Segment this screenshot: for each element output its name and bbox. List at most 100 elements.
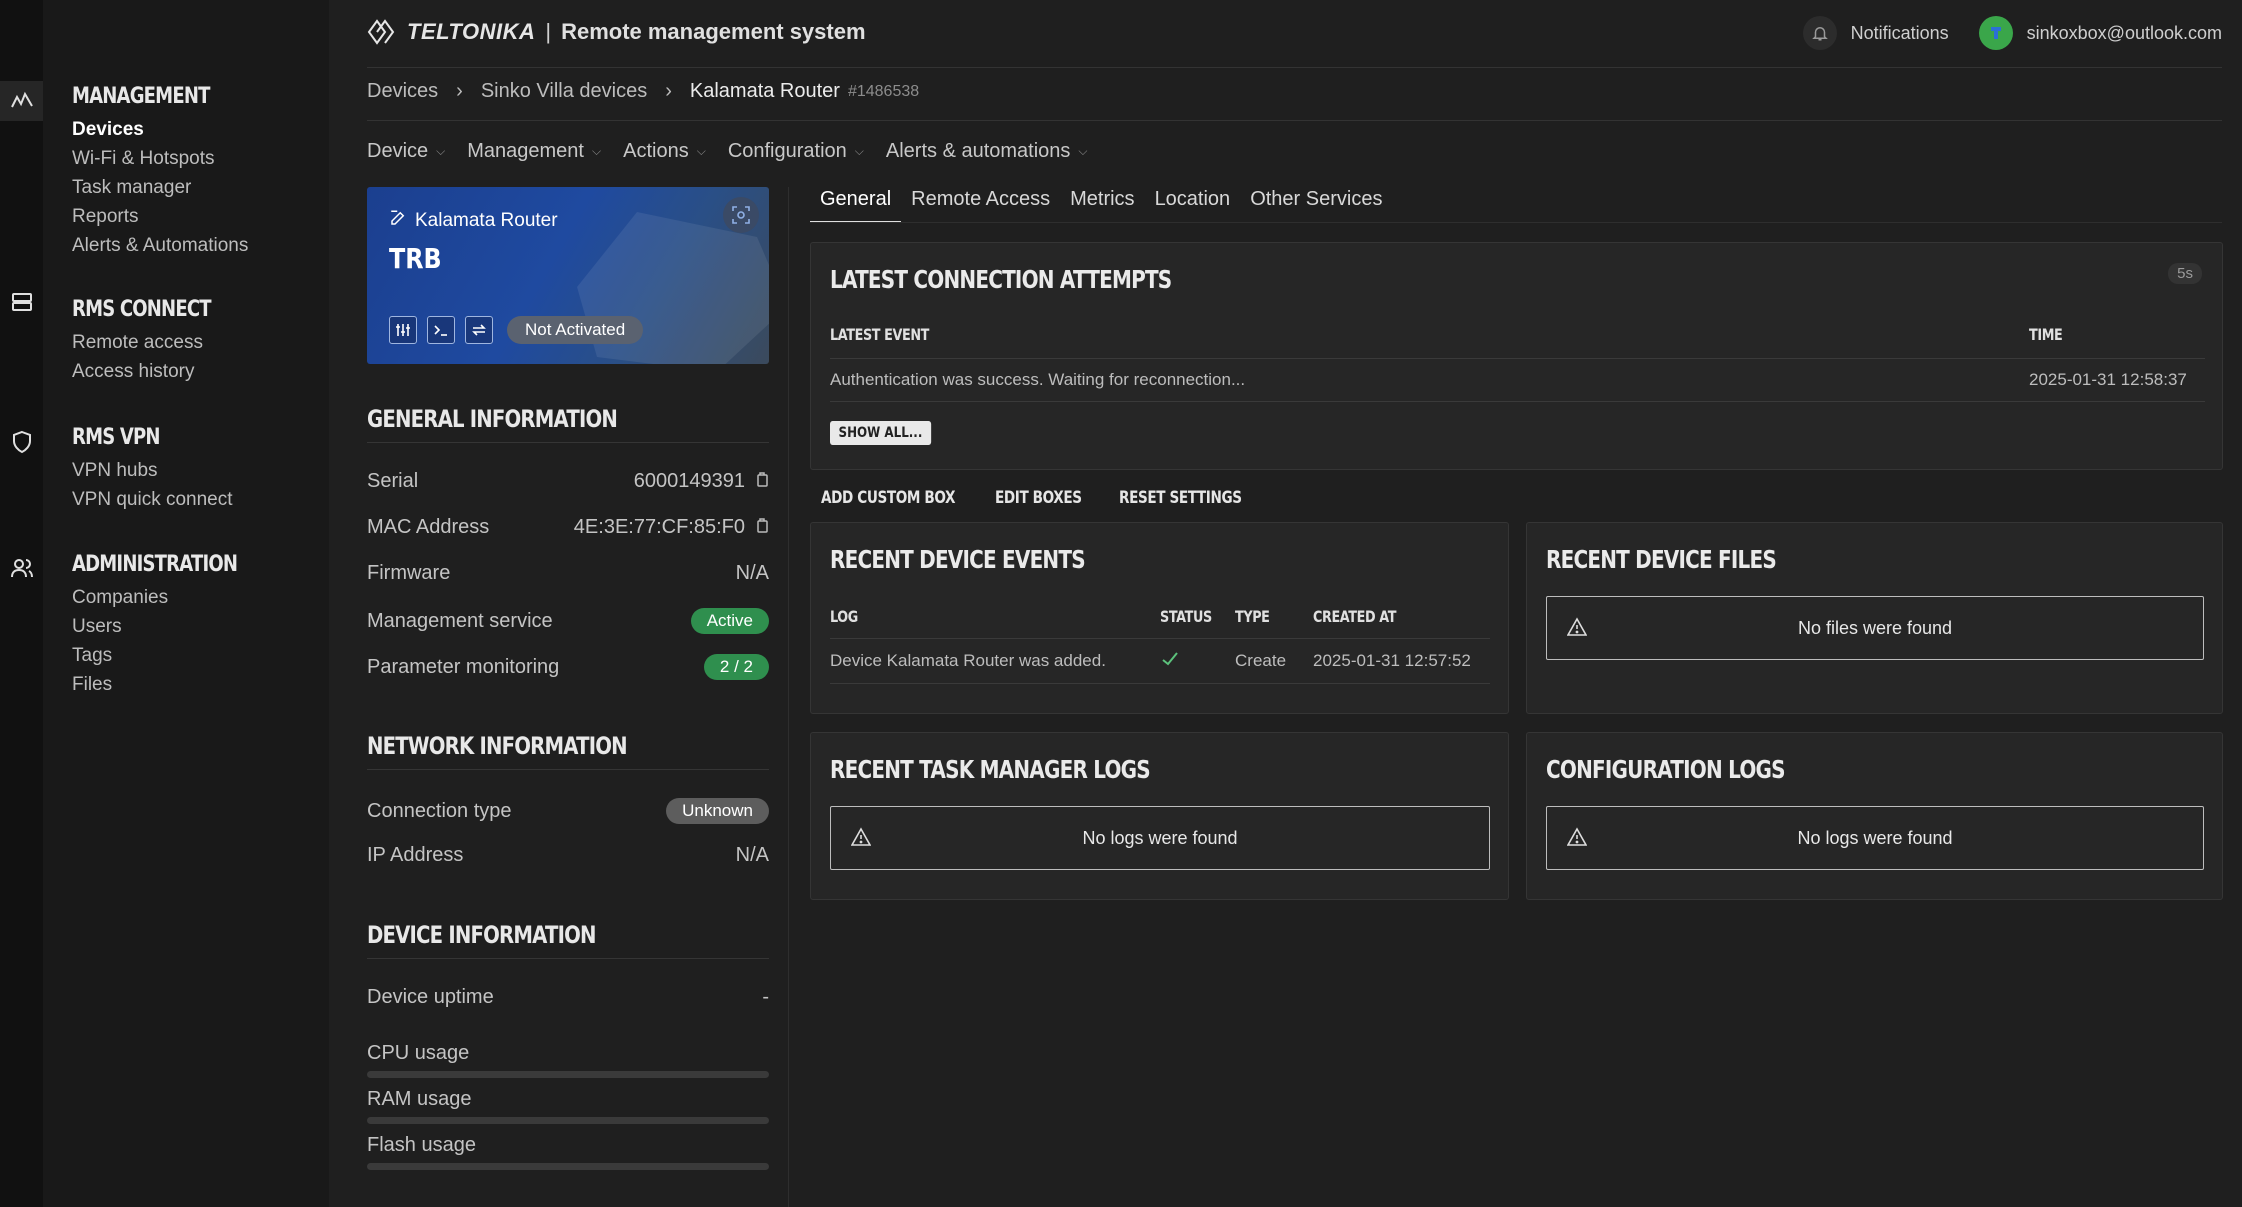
- event-created-at: 2025-01-31 12:57:52: [1313, 651, 1471, 670]
- menu-alerts-automations[interactable]: Alerts & automations ⌵: [886, 140, 1088, 163]
- ip-label: IP Address: [367, 844, 464, 866]
- sidebar-item-alerts-automations[interactable]: Alerts & Automations: [72, 231, 248, 260]
- tab-metrics[interactable]: Metrics: [1060, 184, 1144, 223]
- sidebar-item-tags[interactable]: Tags: [72, 641, 273, 670]
- terminal-icon[interactable]: [427, 316, 455, 344]
- chevron-right-icon: ›: [456, 80, 463, 102]
- users-icon[interactable]: [0, 548, 43, 588]
- menu-actions[interactable]: Actions ⌵: [623, 140, 706, 163]
- sidebar-item-access-history[interactable]: Access history: [72, 357, 241, 386]
- shield-icon[interactable]: [0, 422, 43, 462]
- box-actions: ADD CUSTOM BOX EDIT BOXES RESET SETTINGS: [821, 488, 1272, 508]
- parameter-monitoring-badge[interactable]: 2 / 2: [703, 654, 769, 680]
- menu-configuration[interactable]: Configuration ⌵: [728, 140, 864, 163]
- firmware-value: N/A: [735, 562, 769, 584]
- sidebar-item-users[interactable]: Users: [72, 612, 273, 641]
- sidebar-item-vpn-quick-connect[interactable]: VPN quick connect: [72, 485, 233, 514]
- copy-icon[interactable]: [755, 516, 769, 539]
- sidebar-item-task-manager[interactable]: Task manager: [72, 173, 248, 202]
- event-time: 2025-01-31 12:58:37: [2029, 370, 2187, 389]
- chevron-down-icon: ⌵: [854, 144, 864, 158]
- server-icon[interactable]: [0, 282, 43, 322]
- card-title: RECENT TASK MANAGER LOGS: [830, 755, 1151, 784]
- cpu-row: CPU usage: [367, 1042, 769, 1065]
- device-card-actions: Not Activated: [389, 316, 644, 344]
- firmware-label: Firmware: [367, 562, 451, 584]
- breadcrumb-group[interactable]: Sinko Villa devices: [481, 80, 647, 103]
- uptime-label: Device uptime: [367, 986, 494, 1008]
- ip-row: IP Address N/A: [367, 844, 769, 867]
- flash-row: Flash usage: [367, 1134, 769, 1157]
- notifications-link[interactable]: Notifications: [1851, 23, 1949, 44]
- logo[interactable]: TELTONIKA | Remote management system: [367, 18, 866, 46]
- management-status-badge: Active: [690, 608, 769, 634]
- screenshot-icon[interactable]: [723, 197, 759, 233]
- copy-icon[interactable]: [755, 470, 769, 493]
- edit-boxes-button[interactable]: EDIT BOXES: [995, 488, 1082, 508]
- brand-separator: |: [545, 19, 552, 44]
- sidebar-section-rms-vpn: RMS VPN VPN hubs VPN quick connect: [72, 425, 233, 514]
- col-time: TIME: [2029, 325, 2063, 344]
- recent-device-events-card: RECENT DEVICE EVENTS LOG STATUS TYPE CRE…: [810, 522, 1509, 714]
- user-email[interactable]: sinkoxbox@outlook.com: [2027, 23, 2222, 44]
- uptime-row: Device uptime -: [367, 986, 769, 1009]
- parameter-monitoring-label: Parameter monitoring: [367, 655, 560, 678]
- sidebar-item-vpn-hubs[interactable]: VPN hubs: [72, 456, 233, 485]
- tab-location[interactable]: Location: [1145, 184, 1241, 223]
- column-divider: [788, 187, 789, 1207]
- sidebar-item-files[interactable]: Files: [72, 670, 273, 699]
- bell-icon[interactable]: [1802, 16, 1837, 50]
- sidebar-item-companies[interactable]: Companies: [72, 583, 273, 612]
- sidebar-item-remote-access[interactable]: Remote access: [72, 328, 241, 357]
- empty-state: No files were found: [1546, 596, 2204, 660]
- breadcrumb-devices[interactable]: Devices: [367, 80, 438, 103]
- firmware-row: Firmware N/A: [367, 562, 769, 585]
- empty-message: No files were found: [1797, 617, 1953, 638]
- app-title: Remote management system: [561, 19, 866, 44]
- menu-management[interactable]: Management ⌵: [467, 140, 601, 163]
- device-info-title: DEVICE INFORMATION: [367, 921, 596, 949]
- event-log-text: Device Kalamata Router was added.: [830, 651, 1106, 670]
- chevron-down-icon: ⌵: [1078, 144, 1088, 158]
- divider: [810, 222, 2222, 223]
- divider: [830, 683, 1490, 684]
- icon-rail: [0, 0, 43, 1207]
- breadcrumb-current-device: Kalamata Router: [689, 80, 840, 102]
- sidebar-item-devices[interactable]: Devices: [72, 115, 248, 144]
- edit-icon[interactable]: [389, 209, 407, 233]
- tab-bar: General Remote Access Metrics Location O…: [810, 184, 1392, 223]
- sidebar-section-title: MANAGEMENT: [72, 84, 210, 109]
- device-card-title[interactable]: Kalamata Router: [389, 209, 558, 233]
- warning-icon: [1566, 617, 1588, 642]
- divider: [830, 358, 2205, 359]
- settings-sliders-icon[interactable]: [389, 316, 417, 344]
- tab-remote-access[interactable]: Remote Access: [901, 184, 1060, 223]
- sync-icon[interactable]: [465, 316, 493, 344]
- avatar[interactable]: [1978, 16, 2013, 50]
- card-title: RECENT DEVICE EVENTS: [830, 545, 1086, 574]
- activation-status-badge: Not Activated: [507, 316, 644, 344]
- menu-label: Actions: [623, 140, 689, 162]
- connection-attempts-card: LATEST CONNECTION ATTEMPTS 5s LATEST EVE…: [810, 242, 2223, 470]
- sidebar-item-reports[interactable]: Reports: [72, 202, 248, 231]
- tab-general[interactable]: General: [810, 184, 902, 223]
- management-icon[interactable]: [0, 81, 43, 121]
- divider: [367, 120, 2222, 121]
- add-custom-box-button[interactable]: ADD CUSTOM BOX: [821, 488, 955, 508]
- reset-settings-button[interactable]: RESET SETTINGS: [1119, 488, 1242, 508]
- menu-device[interactable]: Device ⌵: [367, 140, 445, 163]
- cpu-label: CPU usage: [367, 1042, 470, 1064]
- show-all-button[interactable]: SHOW ALL...: [830, 421, 931, 445]
- tab-other-services[interactable]: Other Services: [1240, 184, 1392, 223]
- connection-type-badge: Unknown: [666, 798, 769, 824]
- top-bar: TELTONIKA | Remote management system Not…: [367, 0, 2222, 68]
- warning-icon: [850, 827, 872, 852]
- flash-label: Flash usage: [367, 1134, 476, 1156]
- sidebar-item-wifi-hotspots[interactable]: Wi-Fi & Hotspots: [72, 144, 248, 173]
- cpu-usage-bar: [367, 1071, 769, 1078]
- connection-type-label: Connection type: [367, 799, 512, 822]
- event-text: Authentication was success. Waiting for …: [830, 370, 1246, 389]
- menu-label: Device: [367, 140, 429, 162]
- col-log: LOG: [830, 607, 858, 626]
- refresh-interval-badge: 5s: [2168, 263, 2202, 284]
